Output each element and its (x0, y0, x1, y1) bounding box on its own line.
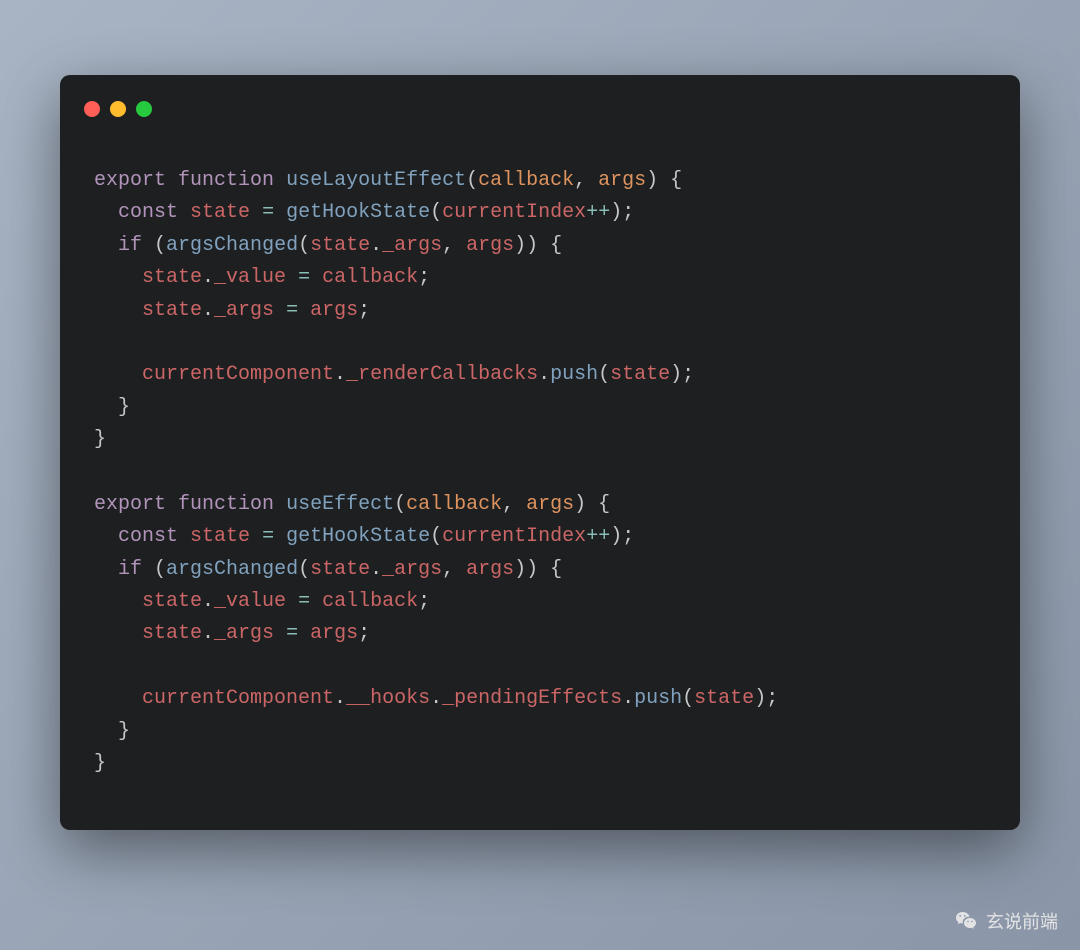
minimize-icon[interactable] (110, 101, 126, 117)
watermark-label: 玄说前端 (986, 908, 1058, 934)
code-editor-window: export function useLayoutEffect(callback… (60, 75, 1020, 830)
code-block: export function useLayoutEffect(callback… (60, 125, 1020, 790)
watermark: 玄说前端 (954, 908, 1058, 934)
maximize-icon[interactable] (136, 101, 152, 117)
close-icon[interactable] (84, 101, 100, 117)
window-titlebar (60, 97, 1020, 125)
wechat-icon (954, 909, 978, 933)
